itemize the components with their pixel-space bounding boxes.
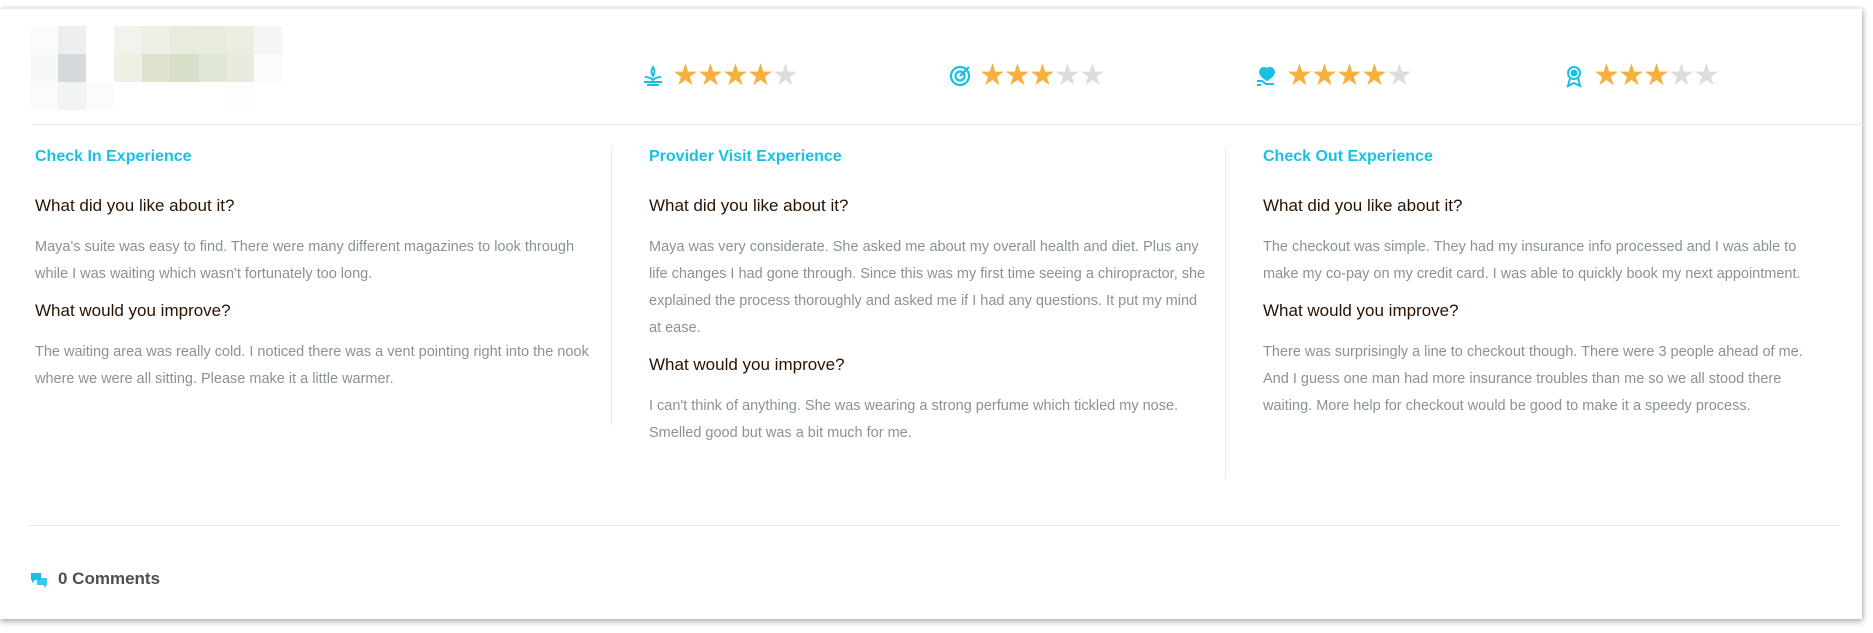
improve-question: What would you improve? — [649, 355, 845, 374]
award-ribbon-icon — [1561, 63, 1587, 89]
star-empty-icon: ★ — [1693, 59, 1720, 92]
rating-care: ★ ★ ★ ★ ★ — [1254, 59, 1413, 93]
star-rating: ★ ★ ★ ★ ★ — [1593, 59, 1720, 92]
reviewer-avatar-blurred — [30, 26, 282, 112]
star-filled-icon: ★ — [1311, 59, 1338, 92]
star-filled-icon: ★ — [697, 59, 724, 92]
star-rating: ★ ★ ★ ★ ★ — [1286, 59, 1413, 92]
star-filled-icon: ★ — [1643, 59, 1670, 92]
star-filled-icon: ★ — [1618, 59, 1645, 92]
star-filled-icon: ★ — [1361, 59, 1388, 92]
star-filled-icon: ★ — [722, 59, 749, 92]
rating-provider: ★ ★ ★ ★ ★ — [947, 59, 1106, 93]
star-filled-icon: ★ — [1286, 59, 1313, 92]
like-answer: Maya's suite was easy to find. There wer… — [35, 239, 575, 282]
divider — [34, 124, 1868, 125]
star-empty-icon: ★ — [1386, 59, 1413, 92]
improve-question: What would you improve? — [35, 301, 231, 320]
section-title: Check In Experience — [35, 148, 192, 165]
star-empty-icon: ★ — [1079, 59, 1106, 92]
like-question: What did you like about it? — [1263, 196, 1463, 215]
star-rating: ★ ★ ★ ★ ★ — [672, 59, 799, 92]
heart-hand-icon — [1254, 63, 1280, 89]
rating-checkout: ★ ★ ★ ★ ★ — [1561, 59, 1720, 93]
star-filled-icon: ★ — [979, 59, 1006, 92]
comments-icon — [30, 571, 48, 588]
star-empty-icon: ★ — [1668, 59, 1695, 92]
column-divider — [1225, 147, 1226, 479]
divider — [28, 525, 1840, 526]
section-check-out: Check Out Experience What did you like a… — [1263, 147, 1823, 420]
column-divider — [611, 147, 612, 425]
star-filled-icon: ★ — [747, 59, 774, 92]
star-filled-icon: ★ — [1593, 59, 1620, 92]
section-title: Provider Visit Experience — [649, 148, 842, 165]
star-empty-icon: ★ — [1054, 59, 1081, 92]
star-filled-icon: ★ — [1004, 59, 1031, 92]
target-icon — [947, 63, 973, 89]
star-empty-icon: ★ — [772, 59, 799, 92]
improve-answer: I can't think of anything. She was weari… — [649, 398, 1179, 441]
like-question: What did you like about it? — [35, 196, 235, 215]
improve-answer: The waiting area was really cold. I noti… — [35, 344, 589, 387]
rating-checkin: ★ ★ ★ ★ ★ — [640, 59, 799, 93]
section-title: Check Out Experience — [1263, 148, 1433, 165]
comments-link[interactable]: 0 Comments — [30, 569, 160, 589]
improve-question: What would you improve? — [1263, 301, 1459, 320]
section-provider-visit: Provider Visit Experience What did you l… — [649, 147, 1209, 447]
review-card: ★★★★★ ★★★★★ ★★★★★ ★★★★★ — [0, 8, 1868, 619]
section-check-in: Check In Experience What did you like ab… — [35, 147, 595, 393]
star-filled-icon: ★ — [1029, 59, 1056, 92]
star-rating: ★ ★ ★ ★ ★ — [979, 59, 1106, 92]
star-filled-icon: ★ — [672, 59, 699, 92]
like-answer: Maya was very considerate. She asked me … — [649, 239, 1206, 336]
like-question: What did you like about it? — [649, 196, 849, 215]
star-filled-icon: ★ — [1336, 59, 1363, 92]
comments-count: 0 Comments — [58, 569, 161, 588]
improve-answer: There was surprisingly a line to checkou… — [1263, 344, 1803, 414]
like-answer: The checkout was simple. They had my ins… — [1263, 239, 1801, 282]
spa-icon — [640, 63, 666, 89]
